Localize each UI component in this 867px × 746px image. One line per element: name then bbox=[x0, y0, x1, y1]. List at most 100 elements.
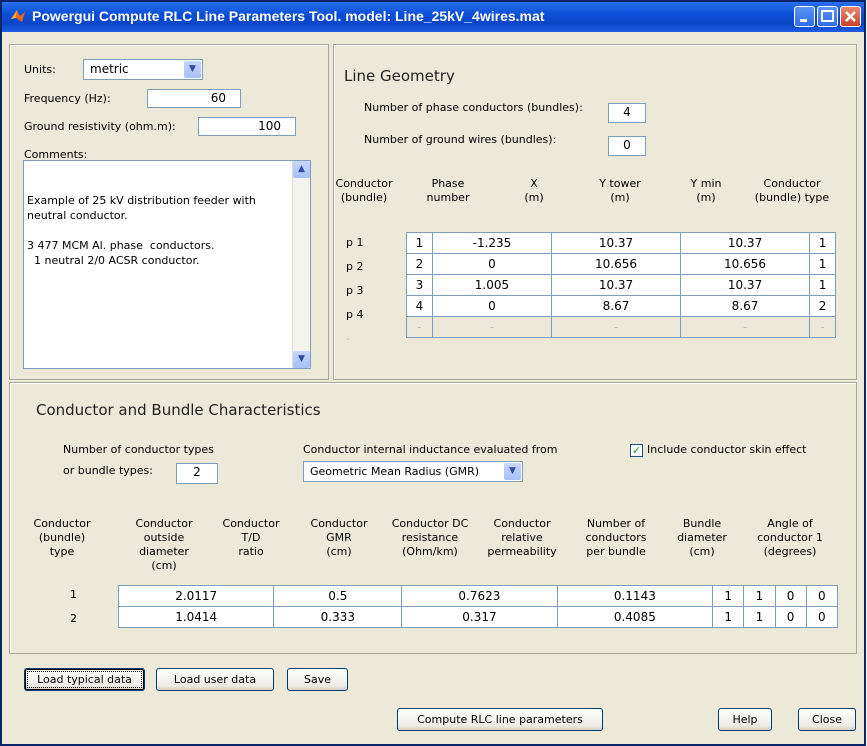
cell-empty: - bbox=[680, 316, 811, 338]
table-row: 1 -1.235 10.37 10.37 1 bbox=[406, 232, 836, 254]
cell-diameter[interactable]: 1.0414 bbox=[117, 606, 275, 628]
inductance-value: Geometric Mean Radius (GMR) bbox=[310, 465, 480, 478]
cell-angle[interactable]: 0 bbox=[805, 585, 839, 607]
cell-ytower[interactable]: 10.656 bbox=[550, 253, 682, 275]
cell-ymin[interactable]: 8.67 bbox=[680, 295, 811, 317]
cell-resistance[interactable]: 0.4085 bbox=[556, 606, 714, 628]
geo-header-phase: Phase number bbox=[426, 177, 470, 204]
close-button[interactable]: Close bbox=[798, 708, 856, 731]
cell-td[interactable]: 0.5 bbox=[273, 585, 403, 607]
inductance-label: Conductor internal inductance evaluated … bbox=[303, 443, 558, 456]
minimize-button[interactable] bbox=[794, 6, 815, 27]
comments-textarea[interactable]: Example of 25 kV distribution feeder wit… bbox=[23, 160, 311, 369]
frequency-input[interactable]: 60 bbox=[147, 89, 241, 108]
load-user-data-button[interactable]: Load user data bbox=[156, 668, 274, 691]
cell-td[interactable]: 0.333 bbox=[273, 606, 403, 628]
cell-phase[interactable]: 1 bbox=[406, 232, 433, 254]
cond-header-resistance: Conductor DC resistance (Ohm/km) bbox=[391, 517, 469, 558]
save-button[interactable]: Save bbox=[287, 668, 348, 691]
dialog-content: Units: metric ▼ Frequency (Hz): 60 Groun… bbox=[6, 34, 860, 739]
window-title: Powergui Compute RLC Line Parameters Too… bbox=[32, 8, 545, 24]
types-label-2: or bundle types: bbox=[63, 464, 153, 477]
skin-effect-label[interactable]: Include conductor skin effect bbox=[647, 443, 806, 456]
cell-bundle-diameter[interactable]: 0 bbox=[774, 606, 807, 628]
cell-x[interactable]: 1.005 bbox=[431, 274, 553, 296]
table-row: 4 0 8.67 8.67 2 bbox=[406, 295, 836, 317]
phase-conductors-input[interactable]: 4 bbox=[608, 103, 646, 123]
cell-phase[interactable]: 4 bbox=[406, 295, 433, 317]
scroll-up-icon[interactable]: ▲ bbox=[293, 161, 310, 178]
units-value: metric bbox=[90, 62, 129, 76]
help-button[interactable]: Help bbox=[718, 708, 772, 731]
conductor-types-input[interactable]: 2 bbox=[176, 463, 218, 484]
cell-type[interactable]: 1 bbox=[809, 253, 836, 275]
geo-header-conductor: Conductor (bundle) bbox=[335, 177, 393, 204]
title-bar[interactable]: Powergui Compute RLC Line Parameters Too… bbox=[2, 2, 864, 32]
maximize-button[interactable] bbox=[817, 6, 838, 27]
line-geometry-title: Line Geometry bbox=[344, 67, 455, 85]
skin-effect-checkbox[interactable]: ✓ bbox=[630, 444, 643, 457]
table-row: 3 1.005 10.37 10.37 1 bbox=[406, 274, 836, 296]
cell-permeability[interactable]: 1 bbox=[712, 585, 745, 607]
units-select[interactable]: metric ▼ bbox=[83, 59, 203, 80]
cell-angle[interactable]: 0 bbox=[805, 606, 839, 628]
load-typical-data-button[interactable]: Load typical data bbox=[24, 668, 145, 691]
cell-number[interactable]: 1 bbox=[743, 606, 776, 628]
table-row: 2 0 10.656 10.656 1 bbox=[406, 253, 836, 275]
cell-type[interactable]: 1 bbox=[809, 232, 836, 254]
geo-row-label: p 1 bbox=[346, 236, 364, 249]
cond-header-bundle-diameter: Bundle diameter (cm) bbox=[677, 517, 727, 558]
ground-wires-input[interactable]: 0 bbox=[608, 136, 646, 156]
ground-resistivity-input[interactable]: 100 bbox=[198, 117, 296, 136]
cell-ymin[interactable]: 10.656 bbox=[680, 253, 811, 275]
inductance-select[interactable]: Geometric Mean Radius (GMR) ▼ bbox=[303, 461, 523, 482]
cell-x[interactable]: 0 bbox=[431, 253, 553, 275]
cell-ytower[interactable]: 10.37 bbox=[550, 274, 682, 296]
geo-header-x: X (m) bbox=[524, 177, 544, 204]
conductor-table: 2.0117 0.5 0.7623 0.1143 1 1 0 0 1.0414 … bbox=[117, 585, 839, 628]
chevron-down-icon[interactable]: ▼ bbox=[504, 463, 521, 480]
cond-header-permeability: Conductor relative permeability bbox=[487, 517, 557, 558]
cell-gmr[interactable]: 0.317 bbox=[401, 606, 558, 628]
cell-x[interactable]: -1.235 bbox=[431, 232, 553, 254]
cell-type[interactable]: 2 bbox=[809, 295, 836, 317]
cell-ytower[interactable]: 8.67 bbox=[550, 295, 682, 317]
cell-ymin[interactable]: 10.37 bbox=[680, 274, 811, 296]
units-label: Units: bbox=[24, 63, 56, 76]
compute-rlc-button[interactable]: Compute RLC line parameters bbox=[397, 708, 603, 731]
cell-number[interactable]: 1 bbox=[743, 585, 776, 607]
cell-ymin[interactable]: 10.37 bbox=[680, 232, 811, 254]
cell-ytower[interactable]: 10.37 bbox=[550, 232, 682, 254]
geometry-table: 1 -1.235 10.37 10.37 1 2 0 10.656 10.656… bbox=[406, 232, 836, 338]
close-window-button[interactable] bbox=[840, 6, 861, 27]
cell-phase[interactable]: 3 bbox=[406, 274, 433, 296]
cell-x[interactable]: 0 bbox=[431, 295, 553, 317]
cell-phase[interactable]: 2 bbox=[406, 253, 433, 275]
cell-diameter[interactable]: 2.0117 bbox=[117, 585, 275, 607]
geo-row-label: p 3 bbox=[346, 284, 364, 297]
ground-wires-label: Number of ground wires (bundles): bbox=[364, 133, 557, 146]
chevron-down-icon[interactable]: ▼ bbox=[184, 61, 201, 78]
matlab-icon bbox=[11, 10, 25, 22]
conductor-panel: Conductor and Bundle Characteristics Num… bbox=[9, 382, 857, 654]
frequency-label: Frequency (Hz): bbox=[24, 92, 111, 105]
geo-header-ymin: Y min (m) bbox=[690, 177, 722, 204]
table-row: 1.0414 0.333 0.317 0.4085 1 1 0 0 bbox=[117, 606, 839, 628]
scroll-down-icon[interactable]: ▼ bbox=[293, 351, 310, 368]
comments-text: Example of 25 kV distribution feeder wit… bbox=[27, 194, 256, 267]
phase-conductors-label: Number of phase conductors (bundles): bbox=[364, 101, 583, 114]
cond-row-label: 2 bbox=[70, 612, 77, 625]
cell-empty: - bbox=[550, 316, 682, 338]
cell-type[interactable]: 1 bbox=[809, 274, 836, 296]
cell-resistance[interactable]: 0.1143 bbox=[556, 585, 714, 607]
cell-permeability[interactable]: 1 bbox=[712, 606, 745, 628]
types-label-1: Number of conductor types bbox=[63, 443, 214, 456]
cell-bundle-diameter[interactable]: 0 bbox=[774, 585, 807, 607]
geo-header-type: Conductor (bundle) type bbox=[754, 177, 830, 204]
comments-scrollbar[interactable]: ▲ ▼ bbox=[292, 161, 310, 368]
geo-header-ytower: Y tower (m) bbox=[599, 177, 641, 204]
cond-row-label: 1 bbox=[70, 588, 77, 601]
cell-gmr[interactable]: 0.7623 bbox=[401, 585, 558, 607]
maximize-icon bbox=[821, 10, 834, 22]
rlc-tool-window: Powergui Compute RLC Line Parameters Too… bbox=[0, 0, 866, 746]
